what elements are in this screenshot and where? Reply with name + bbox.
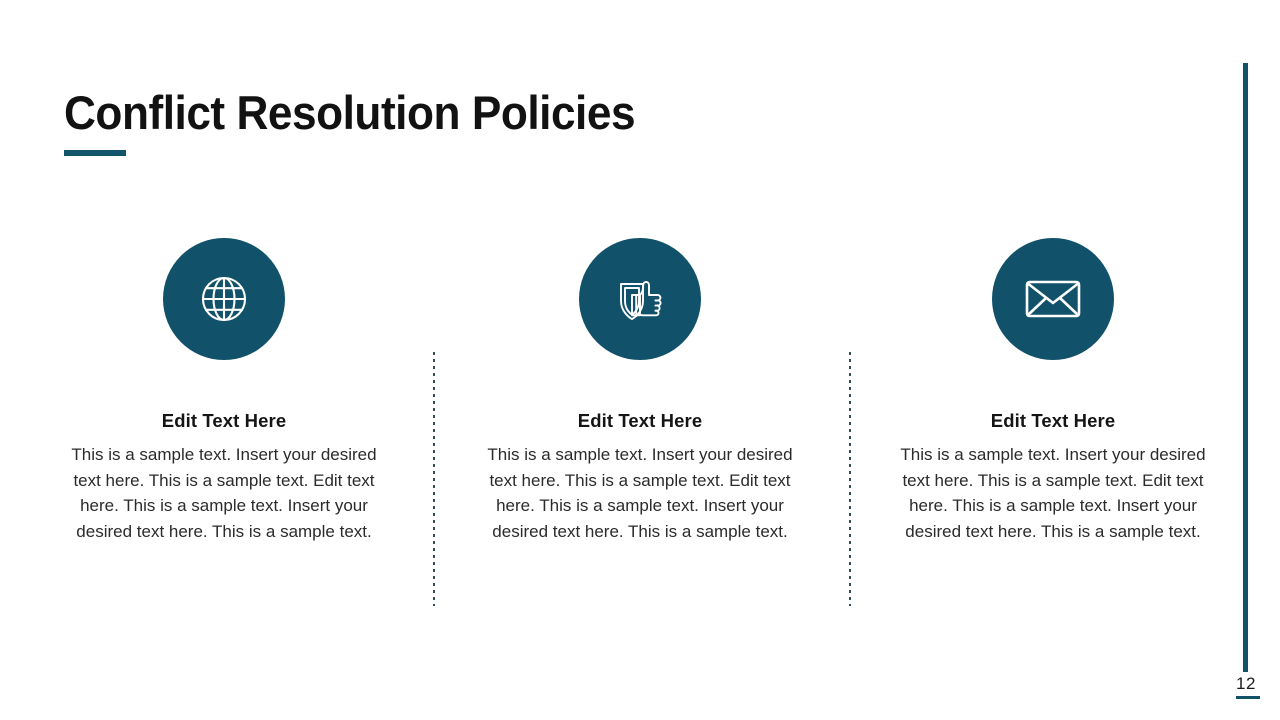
columns-container: Edit Text Here This is a sample text. In… [0, 238, 1280, 544]
column-2: Edit Text Here This is a sample text. In… [454, 238, 826, 544]
right-edge-accent-bar [1243, 63, 1248, 672]
shield-thumbs-up-icon [612, 271, 668, 327]
globe-icon [197, 272, 251, 326]
column-3: Edit Text Here This is a sample text. In… [888, 238, 1218, 544]
column-2-body: This is a sample text. Insert your desir… [487, 445, 793, 541]
column-1-heading: Edit Text Here [161, 410, 287, 431]
column-1: Edit Text Here This is a sample text. In… [38, 238, 410, 544]
column-1-body: This is a sample text. Insert your desir… [71, 445, 377, 541]
page-title: Conflict Resolution Policies [64, 86, 636, 139]
column-3-heading: Edit Text Here [990, 410, 1116, 431]
page-number-underline [1236, 696, 1260, 699]
title-accent-bar [64, 150, 126, 156]
page-number: 12 [1236, 674, 1256, 693]
envelope-icon [1024, 276, 1082, 322]
icon-circle-2[interactable] [579, 238, 701, 360]
icon-circle-1[interactable] [163, 238, 285, 360]
column-3-body: This is a sample text. Insert your desir… [900, 445, 1206, 541]
icon-circle-3[interactable] [992, 238, 1114, 360]
column-2-heading: Edit Text Here [577, 410, 703, 431]
